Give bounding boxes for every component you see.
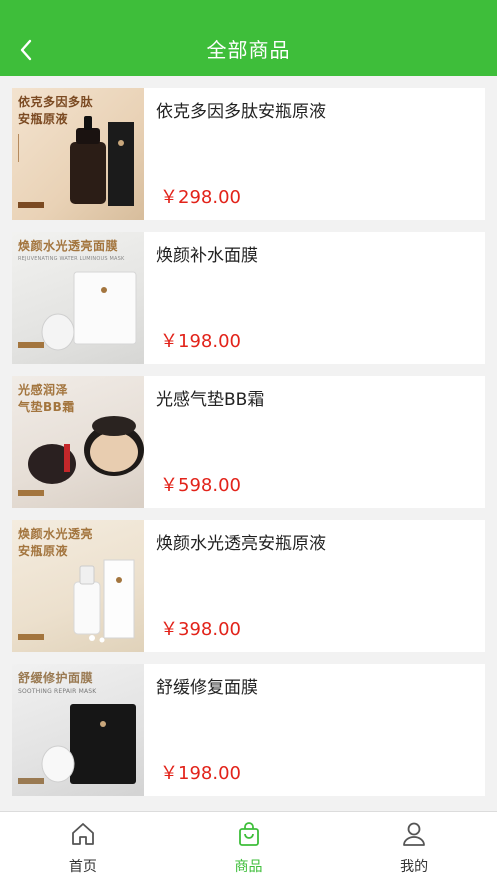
tab-profile[interactable]: 我的 xyxy=(331,812,497,883)
product-image: 焕颜水光透亮面膜 REJUVENATING WATER LUMINOUS MAS… xyxy=(12,232,144,364)
page-title: 全部商品 xyxy=(206,38,291,62)
product-image: 焕颜水光透亮 安瓶原液 xyxy=(12,520,144,652)
product-name: 舒缓修复面膜 xyxy=(156,678,258,698)
product-price: ￥198.00 xyxy=(160,763,241,784)
face-mask-icon xyxy=(18,271,137,351)
product-price: ￥598.00 xyxy=(160,475,241,496)
tab-home[interactable]: 首页 xyxy=(0,812,166,883)
product-card[interactable]: 舒缓修护面膜 SOOTHING REPAIR MASK 舒缓修复面膜 ￥198.… xyxy=(12,664,485,796)
product-name: 光感气垫BB霜 xyxy=(156,390,265,410)
product-name: 依克多因多肽安瓶原液 xyxy=(156,102,326,122)
serum-bottle-icon xyxy=(18,559,135,643)
home-icon xyxy=(71,823,94,845)
tab-label: 首页 xyxy=(68,859,97,875)
product-card[interactable]: 光感润泽 气垫BB霜 光感气垫BB霜 ￥598.00 xyxy=(12,376,485,508)
serum-bottle-icon xyxy=(18,116,134,208)
product-card[interactable]: 焕颜水光透亮 安瓶原液 焕颜水光透亮安瓶原液 ￥398.00 xyxy=(12,520,485,652)
face-mask-icon xyxy=(18,704,136,784)
product-price: ￥198.00 xyxy=(160,331,241,352)
product-price: ￥398.00 xyxy=(160,619,241,640)
product-card[interactable]: 依克多因多肽 安瓶原液 依克多因多肽安瓶原液 ￥298.00 xyxy=(12,88,485,220)
app-header: 全部商品 xyxy=(0,0,497,76)
product-card[interactable]: 焕颜水光透亮面膜 REJUVENATING WATER LUMINOUS MAS… xyxy=(12,232,485,364)
user-icon xyxy=(403,822,426,846)
tab-products[interactable]: 商品 xyxy=(166,812,332,883)
tab-label: 我的 xyxy=(400,859,429,875)
product-name: 焕颜水光透亮安瓶原液 xyxy=(156,534,326,554)
product-image: 光感润泽 气垫BB霜 xyxy=(12,376,144,508)
shopping-bag-icon xyxy=(238,822,259,846)
tab-label: 商品 xyxy=(234,859,263,875)
product-image: 舒缓修护面膜 SOOTHING REPAIR MASK xyxy=(12,664,144,796)
product-image: 依克多因多肽 安瓶原液 xyxy=(12,88,144,220)
bottom-tab-bar: 首页 商品 我的 xyxy=(0,811,497,883)
cushion-compact-icon xyxy=(18,416,144,496)
product-name: 焕颜补水面膜 xyxy=(156,246,258,266)
product-price: ￥298.00 xyxy=(160,187,241,208)
